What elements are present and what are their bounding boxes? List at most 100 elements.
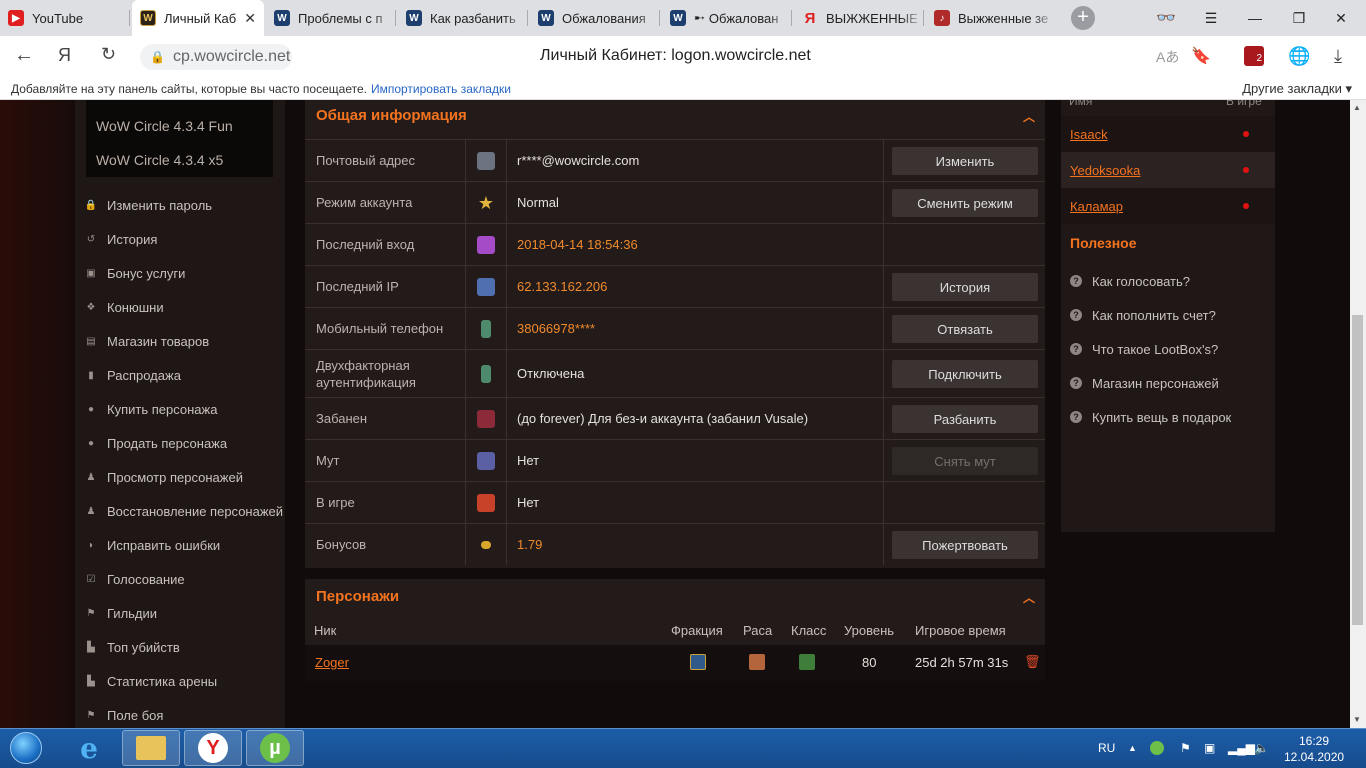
tab-scorched[interactable]: Я ВЫЖЖЕННЫЕ bbox=[794, 0, 924, 36]
characters-header[interactable]: Персонажи ︿ bbox=[305, 581, 1045, 611]
menu-shop[interactable]: ▤ Магазин товаров bbox=[86, 324, 285, 358]
menu-guilds[interactable]: ⚑ Гильдии bbox=[86, 596, 285, 630]
utorrent-tray-icon[interactable] bbox=[1150, 730, 1164, 766]
flag-tray-icon[interactable]: ⚑ bbox=[1180, 730, 1191, 766]
other-bookmarks[interactable]: Другие закладки ▾ bbox=[1242, 81, 1352, 97]
star-icon: ★ bbox=[477, 192, 495, 213]
bookmarks-bar: Добавляйте на эту панель сайты, которые … bbox=[0, 78, 1366, 100]
general-info-header[interactable]: Общая информация ︿ bbox=[305, 100, 1045, 130]
network-icon[interactable]: ▂▄▆ bbox=[1228, 730, 1255, 766]
menu-change-password[interactable]: 🔒 Изменить пароль bbox=[84, 188, 285, 222]
useful-link[interactable]: ? Купить вещь в подарок bbox=[1061, 400, 1275, 434]
offline-indicator bbox=[1243, 167, 1249, 173]
server-dropdown: WoW Circle 4.3.4 Fun WoW Circle 4.3.4 x5 bbox=[86, 100, 273, 177]
ip-history-button[interactable]: История bbox=[892, 273, 1038, 301]
translate-icon[interactable]: Aあ bbox=[1156, 47, 1179, 67]
friend-link[interactable]: Yedoksooka bbox=[1070, 163, 1140, 178]
info-row-banned: Забанен (до forever) Для без-и аккаунта … bbox=[305, 397, 1045, 439]
utorrent-taskbar[interactable]: µ bbox=[246, 730, 304, 766]
wow-icon: W bbox=[274, 10, 290, 26]
tab-problems[interactable]: W Проблемы с п bbox=[266, 0, 396, 36]
friend-link[interactable]: Isaack bbox=[1070, 127, 1108, 142]
offline-indicator bbox=[1243, 131, 1249, 137]
donate-button[interactable]: Пожертвовать bbox=[892, 531, 1038, 559]
trash-icon[interactable]: 🗑 bbox=[1024, 654, 1041, 670]
menu-battleground[interactable]: ⚑ Поле боя bbox=[86, 698, 285, 728]
menu-top-kills[interactable]: ▙ Топ убийств bbox=[86, 630, 285, 664]
menu-restore-chars[interactable]: ♟ Восстановление персонажей bbox=[86, 494, 285, 528]
tab-youtube[interactable]: ▶ YouTube bbox=[0, 0, 130, 36]
server-option[interactable]: WoW Circle 4.3.4 x5 bbox=[96, 152, 223, 168]
useful-link[interactable]: ? Как пополнить счет? bbox=[1061, 298, 1275, 332]
scrollbar-thumb[interactable] bbox=[1352, 315, 1363, 625]
reload-icon[interactable]: ↻ bbox=[101, 44, 116, 65]
menu-arena-stats[interactable]: ▙ Статистика арены bbox=[86, 664, 285, 698]
globe-icon[interactable]: 🌐 bbox=[1288, 46, 1310, 67]
change-email-button[interactable]: Изменить bbox=[892, 147, 1038, 175]
useful-link[interactable]: ? Как голосовать? bbox=[1061, 264, 1275, 298]
url-field[interactable]: 🔒 cp.wowcircle.net bbox=[140, 44, 292, 70]
tray-expand-icon[interactable]: ▲ bbox=[1128, 730, 1137, 766]
start-button[interactable] bbox=[4, 730, 48, 766]
enable-2fa-button[interactable]: Подключить bbox=[892, 360, 1038, 388]
server-option[interactable]: WoW Circle 4.3.4 Fun bbox=[96, 118, 233, 134]
menu-icon[interactable]: ☰ bbox=[1196, 0, 1226, 36]
class-icon bbox=[799, 654, 815, 670]
yandex-taskbar[interactable]: Y bbox=[184, 730, 242, 766]
minimize-icon[interactable]: — bbox=[1240, 0, 1270, 36]
back-icon[interactable]: ← bbox=[11, 44, 37, 70]
yandex-home-icon[interactable]: Я bbox=[58, 45, 71, 66]
tab-unban[interactable]: W Как разбанить bbox=[398, 0, 528, 36]
folder-icon bbox=[136, 736, 166, 760]
menu-sell-char[interactable]: ● Продать персонажа bbox=[86, 426, 285, 460]
question-icon: ? bbox=[1070, 411, 1082, 423]
menu-buy-char[interactable]: ● Купить персонажа bbox=[86, 392, 285, 426]
menu-history[interactable]: ↺ История bbox=[86, 222, 285, 256]
scroll-up-icon[interactable]: ▲ bbox=[1353, 103, 1361, 112]
tab-scorched-2[interactable]: ♪ Выжженные зе bbox=[926, 0, 1056, 36]
mute-icon bbox=[477, 451, 495, 470]
menu-fix-errors[interactable]: ◗ Исправить ошибки bbox=[86, 528, 285, 562]
useful-link[interactable]: ? Что такое LootBox's? bbox=[1061, 332, 1275, 366]
offline-indicator bbox=[1243, 203, 1249, 209]
menu-bonus[interactable]: ▣ Бонус услуги bbox=[86, 256, 285, 290]
lock-icon: 🔒 bbox=[84, 199, 98, 211]
new-tab-button[interactable]: + bbox=[1071, 6, 1095, 30]
device-tray-icon[interactable]: ▣ bbox=[1204, 730, 1215, 766]
language-indicator[interactable]: RU bbox=[1098, 730, 1115, 766]
menu-view-chars[interactable]: ♟ Просмотр персонажей bbox=[86, 460, 285, 494]
clock[interactable]: 16:29 12.04.2020 bbox=[1284, 733, 1344, 765]
restore-icon[interactable]: ❐ bbox=[1284, 0, 1314, 36]
unban-button[interactable]: Разбанить bbox=[892, 405, 1038, 433]
unmute-button[interactable]: Снять мут bbox=[892, 447, 1038, 475]
tab-cabinet[interactable]: W Личный Каб ✕ bbox=[132, 0, 264, 36]
wow-icon: W bbox=[538, 10, 554, 26]
close-window-icon[interactable]: ✕ bbox=[1326, 0, 1356, 36]
useful-link[interactable]: ? Магазин персонажей bbox=[1061, 366, 1275, 400]
explorer-taskbar[interactable] bbox=[122, 730, 180, 766]
useful-title: Полезное bbox=[1070, 235, 1137, 251]
download-icon[interactable]: ⤓ bbox=[1334, 46, 1342, 67]
unlink-phone-button[interactable]: Отвязать bbox=[892, 315, 1038, 343]
import-bookmarks-link[interactable]: Импортировать закладки bbox=[371, 82, 511, 96]
col-class: Класс bbox=[791, 623, 827, 638]
tab-appeals-2[interactable]: W ➸ Обжалован bbox=[662, 0, 792, 36]
friend-link[interactable]: Каламар bbox=[1070, 199, 1123, 214]
character-link[interactable]: Zoger bbox=[315, 655, 349, 670]
ie-taskbar[interactable]: e bbox=[60, 730, 118, 766]
scroll-down-icon[interactable]: ▼ bbox=[1353, 715, 1361, 724]
flag-icon: ⚑ bbox=[86, 709, 96, 721]
bookmark-icon[interactable]: 🔖 bbox=[1191, 46, 1211, 66]
coin-icon bbox=[481, 540, 491, 549]
incognito-icon[interactable]: 👓 bbox=[1150, 0, 1182, 36]
close-tab-icon[interactable]: ✕ bbox=[244, 10, 256, 27]
info-row-2fa: Двухфакторная аутентификация Отключена П… bbox=[305, 349, 1045, 397]
change-mode-button[interactable]: Сменить режим bbox=[892, 189, 1038, 217]
ublock-icon[interactable]: 2 bbox=[1244, 46, 1264, 66]
cart-icon: ▤ bbox=[86, 335, 96, 347]
menu-voting[interactable]: ☑ Голосование bbox=[86, 562, 285, 596]
menu-sale[interactable]: ▮ Распродажа bbox=[86, 358, 285, 392]
volume-icon[interactable]: 🔈 bbox=[1254, 730, 1269, 766]
tab-appeals[interactable]: W Обжалования bbox=[530, 0, 660, 36]
menu-stables[interactable]: ❖ Конюшни bbox=[86, 290, 285, 324]
